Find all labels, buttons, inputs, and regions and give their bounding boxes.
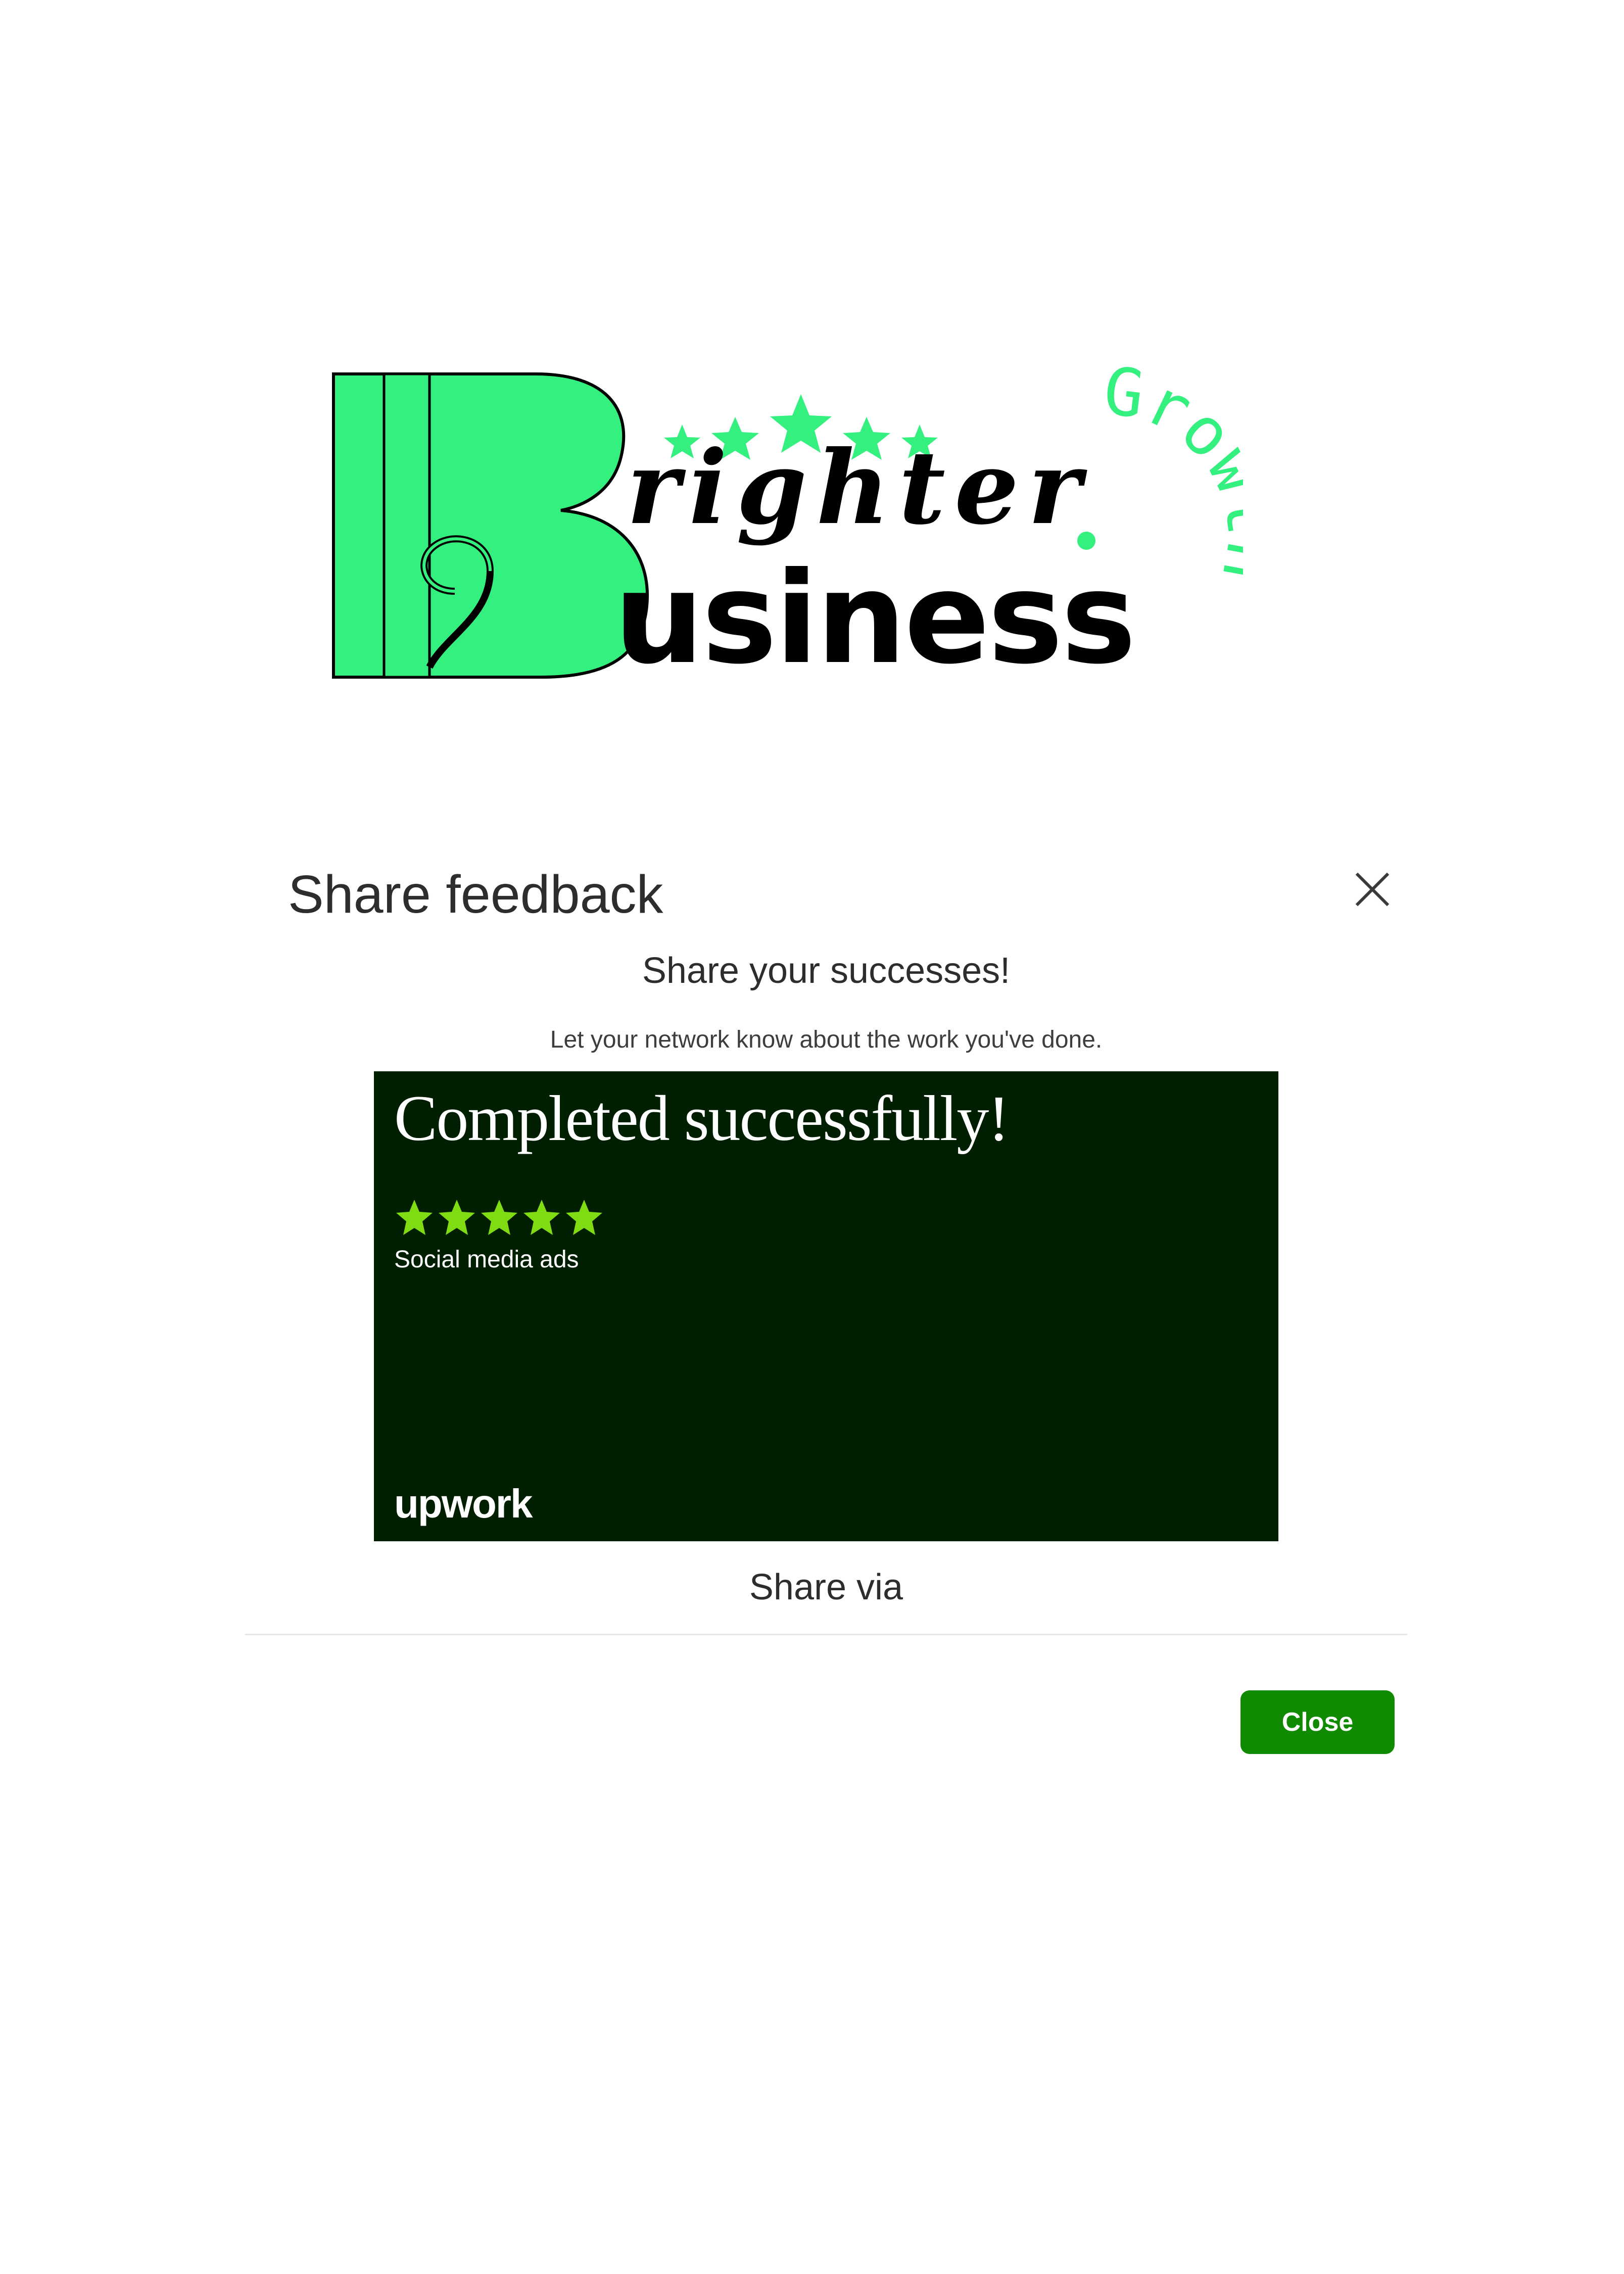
star-icon — [523, 1200, 560, 1235]
logo-line1: righter — [627, 429, 1090, 547]
divider — [245, 1634, 1407, 1635]
card-title: Completed successfully! — [394, 1082, 1010, 1154]
close-icon[interactable] — [1352, 869, 1392, 910]
logo-graphic: righter usiness Growth — [332, 354, 1243, 692]
upwork-logo: upwork — [394, 1481, 533, 1526]
modal-title: Share feedback — [288, 865, 663, 924]
share-feedback-modal: Share feedback Share your successes! Let… — [245, 839, 1407, 1789]
rating-stars — [396, 1200, 602, 1235]
star-icon — [439, 1200, 475, 1235]
modal-subtitle: Share your successes! — [642, 951, 1011, 991]
modal-description: Let your network know about the work you… — [550, 1026, 1103, 1053]
star-icon — [481, 1200, 517, 1235]
star-icon — [396, 1200, 433, 1235]
logo-line2: usiness — [614, 545, 1134, 692]
close-button[interactable]: Close — [1240, 1690, 1395, 1754]
success-card: Completed successfully! Social media ads… — [374, 1071, 1278, 1541]
star-icon — [566, 1200, 602, 1235]
brand-logo: righter usiness Growth — [323, 354, 1243, 788]
card-category: Social media ads — [394, 1246, 579, 1273]
logo-initial — [332, 372, 649, 679]
share-via-label: Share via — [749, 1567, 903, 1607]
